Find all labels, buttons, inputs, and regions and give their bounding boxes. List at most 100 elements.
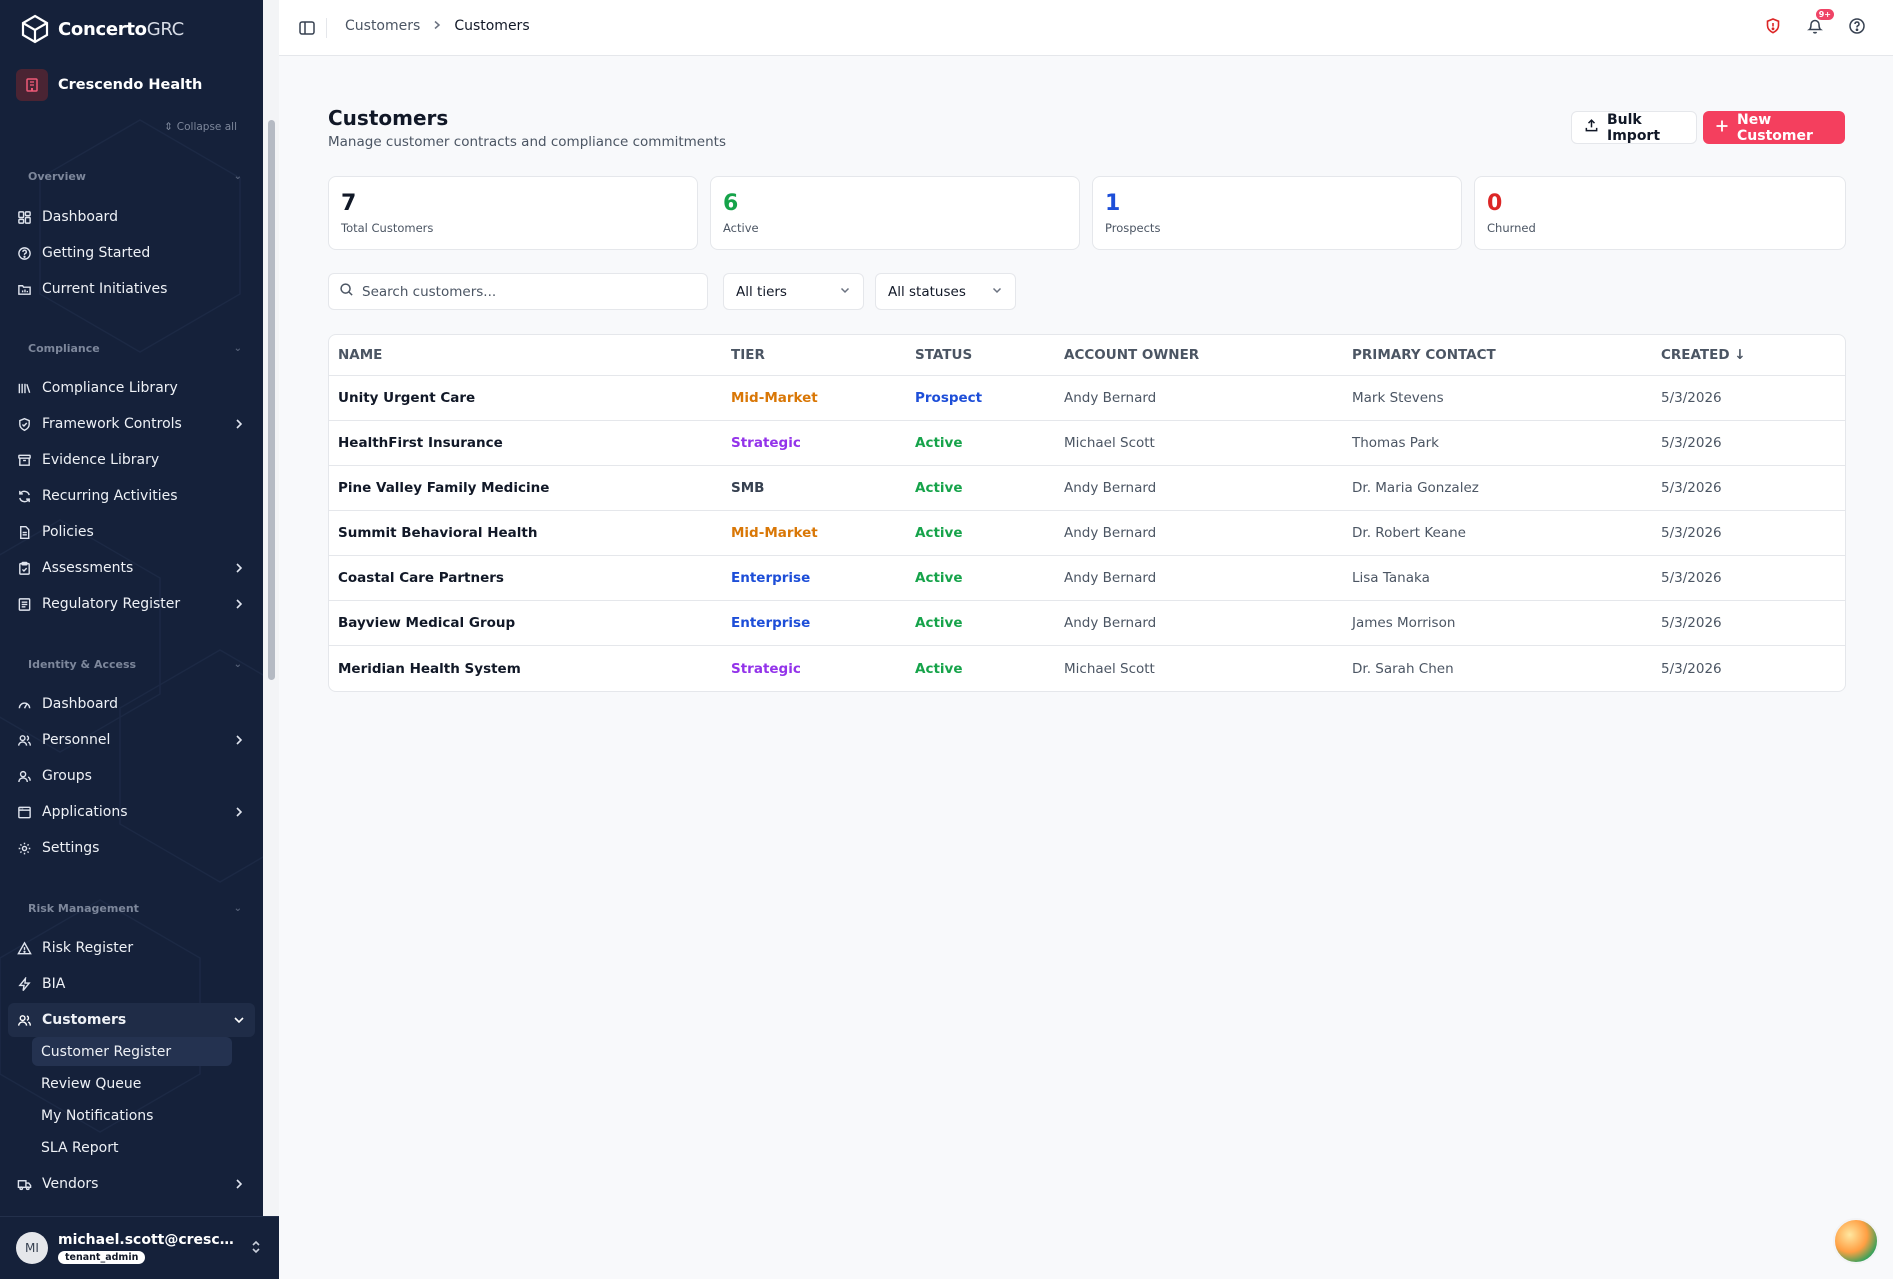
cell-created: 5/3/2026 [1661, 615, 1722, 631]
chevron-down-icon [839, 284, 851, 300]
cell-tier: Enterprise [731, 615, 811, 631]
sidebar-subitem-customer-register[interactable]: Customer Register [32, 1037, 232, 1066]
cube-logo-icon [21, 14, 49, 44]
sidebar-item-current-initiatives[interactable]: Current Initiatives [8, 272, 255, 306]
sidebar-item-compliance-library[interactable]: Compliance Library [8, 371, 255, 405]
sidebar-item-framework-controls[interactable]: Framework Controls [8, 407, 255, 441]
org-switcher[interactable]: Crescendo Health [16, 69, 202, 101]
document-icon [16, 524, 32, 540]
sidebar-item-risk-register[interactable]: Risk Register [8, 931, 255, 965]
section-identity-access-header[interactable]: Identity & Access ⌄ [28, 658, 242, 671]
search-icon [339, 282, 354, 301]
cell-status: Prospect [915, 390, 983, 406]
section-overview-header[interactable]: Overview ⌄ [28, 170, 242, 183]
chevron-down-icon: ⌄ [233, 171, 242, 182]
sidebar-item-applications[interactable]: Applications [8, 795, 255, 829]
cell-primary-contact: Dr. Sarah Chen [1352, 660, 1454, 677]
assistant-avatar-button[interactable] [1833, 1218, 1879, 1264]
sidebar-subitem-my-notifications[interactable]: My Notifications [32, 1101, 232, 1130]
tier-filter-select[interactable]: All tiers [723, 273, 864, 310]
chevron-right-icon [231, 596, 247, 612]
stat-label: Churned [1487, 221, 1536, 235]
table-body: Unity Urgent Care Mid-Market Prospect Andy … [329, 376, 1845, 691]
sidebar-subitem-sla-report[interactable]: SLA Report [32, 1133, 232, 1162]
table-row[interactable]: Bayview Medical Group Enterprise Active And… [329, 601, 1845, 646]
cell-name: Summit Behavioral Health [338, 525, 538, 541]
customers-icon [16, 1012, 32, 1028]
sidebar-item-dashboard[interactable]: Dashboard [8, 200, 255, 234]
bell-icon[interactable]: 9+ [1805, 9, 1834, 36]
cell-status: Active [915, 525, 963, 541]
lightning-icon [16, 976, 32, 992]
sidebar-item-getting-started[interactable]: Getting Started [8, 236, 255, 270]
brand-logo[interactable]: ConcertoGRC [20, 13, 184, 45]
sidebar-item-policies[interactable]: Policies [8, 515, 255, 549]
breadcrumb-link-customers[interactable]: Customers [345, 18, 420, 34]
sidebar: ConcertoGRC Crescendo Health ⇕ Collapse … [0, 0, 279, 1279]
search-field[interactable] [328, 273, 708, 310]
help-circle-icon [16, 245, 32, 261]
chevron-down-icon [991, 284, 1003, 300]
sidebar-item-recurring-activities[interactable]: Recurring Activities [8, 479, 255, 513]
cell-account-owner: Andy Bernard [1064, 525, 1157, 541]
topbar-divider [326, 18, 327, 38]
section-compliance-header[interactable]: Compliance ⌄ [28, 342, 242, 355]
table-row[interactable]: Pine Valley Family Medicine SMB Active Andy… [329, 466, 1845, 511]
column-header-tier[interactable]: TIER [722, 347, 906, 363]
cell-tier: Mid-Market [731, 525, 818, 541]
bulk-import-button[interactable]: Bulk Import [1571, 111, 1697, 144]
chevron-right-icon [231, 416, 247, 432]
stat-value: 0 [1487, 191, 1503, 216]
sidebar-item-assessments[interactable]: Assessments [8, 551, 255, 585]
cell-name: Pine Valley Family Medicine [338, 480, 550, 496]
user-menu[interactable]: MI michael.scott@crescend... tenant_admi… [0, 1216, 279, 1279]
sidebar-item-personnel[interactable]: Personnel [8, 723, 255, 757]
new-customer-button[interactable]: New Customer [1703, 111, 1845, 144]
help-icon[interactable] [1847, 16, 1867, 36]
table-row[interactable]: Unity Urgent Care Mid-Market Prospect Andy … [329, 376, 1845, 421]
table-row[interactable]: Summit Behavioral Health Mid-Market Active… [329, 511, 1845, 556]
sidebar-scrollbar-thumb[interactable] [268, 120, 275, 680]
column-header-name[interactable]: NAME [329, 347, 722, 363]
breadcrumb: Customers Customers [345, 18, 530, 34]
sidebar-item-settings[interactable]: Settings [8, 831, 255, 865]
chevron-down-icon: ⌄ [233, 659, 242, 670]
stat-value: 7 [341, 191, 357, 216]
table-row[interactable]: Coastal Care Partners Enterprise Active And… [329, 556, 1845, 601]
cell-name: Bayview Medical Group [338, 615, 516, 631]
cell-created: 5/3/2026 [1661, 390, 1722, 406]
sidebar-item-regulatory-register[interactable]: Regulatory Register [8, 587, 255, 621]
refresh-icon [16, 488, 32, 504]
sidebar-item-bia[interactable]: BIA [8, 967, 255, 1001]
chevrons-updown-icon: ⇕ [163, 121, 173, 133]
sidebar-item-groups[interactable]: Groups [8, 759, 255, 793]
cell-created: 5/3/2026 [1661, 525, 1722, 541]
column-header-created[interactable]: CREATED ↓ [1652, 347, 1845, 363]
sidebar-item-ia-dashboard[interactable]: Dashboard [8, 687, 255, 721]
sidebar-item-customers[interactable]: Customers [8, 1003, 255, 1037]
column-header-primary-contact[interactable]: PRIMARY CONTACT [1343, 347, 1652, 363]
column-header-account-owner[interactable]: ACCOUNT OWNER [1055, 347, 1343, 363]
security-alert-icon[interactable] [1763, 16, 1783, 36]
table-row[interactable]: Meridian Health System Strategic Active Mic… [329, 646, 1845, 691]
table-header-row: NAME TIER STATUS ACCOUNT OWNER PRIMARY C… [329, 335, 1845, 376]
stat-label: Prospects [1105, 221, 1161, 235]
search-input[interactable] [362, 283, 692, 300]
chevron-down-icon: ⌄ [233, 903, 242, 914]
column-header-status[interactable]: STATUS [906, 347, 1055, 363]
cell-account-owner: Michael Scott [1064, 660, 1155, 677]
status-filter-select[interactable]: All statuses [875, 273, 1016, 310]
collapse-all-button[interactable]: ⇕ Collapse all [164, 121, 237, 133]
cell-primary-contact: James Morrison [1352, 615, 1456, 631]
cell-created: 5/3/2026 [1661, 660, 1722, 677]
sidebar-item-evidence-library[interactable]: Evidence Library [8, 443, 255, 477]
sidebar-subitem-review-queue[interactable]: Review Queue [32, 1069, 232, 1098]
main-content: Customers Manage customer contracts and … [279, 56, 1893, 1279]
table-row[interactable]: HealthFirst Insurance Strategic Active Mich… [329, 421, 1845, 466]
building-icon [16, 69, 48, 101]
cell-name: Meridian Health System [338, 660, 521, 677]
cell-created: 5/3/2026 [1661, 480, 1722, 496]
section-risk-management-header[interactable]: Risk Management ⌄ [28, 902, 242, 915]
sidebar-toggle-icon[interactable] [298, 19, 316, 37]
sidebar-item-vendors[interactable]: Vendors [8, 1167, 255, 1201]
